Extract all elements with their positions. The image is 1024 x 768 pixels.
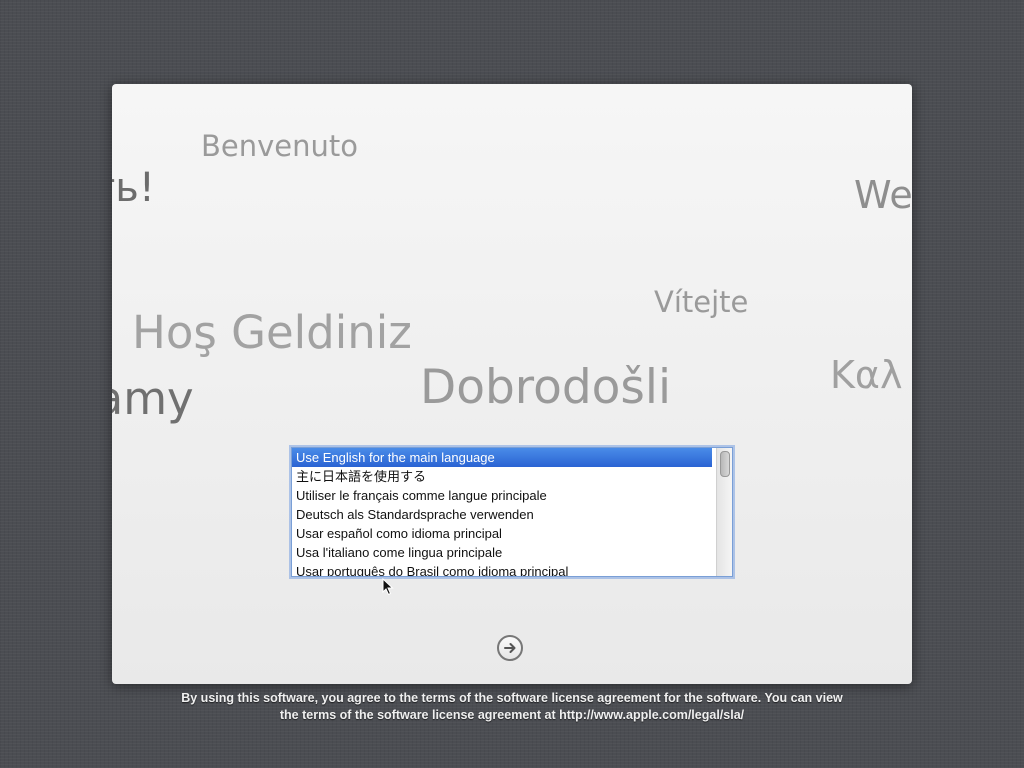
greeting-text: ть! [112, 165, 155, 211]
greeting-text: We [854, 173, 912, 217]
license-line-2: the terms of the software license agreem… [279, 708, 745, 722]
right-arrow-icon [504, 643, 516, 653]
greeting-text: Dobrodošli [420, 360, 672, 415]
greeting-text: Vítejte [654, 285, 749, 319]
license-line-1: By using this software, you agree to the… [181, 691, 843, 705]
language-option-english[interactable]: Use English for the main language [292, 448, 712, 467]
greeting-text: Benvenuto [201, 129, 358, 163]
welcome-panel: Benvenuto ть! We Vítejte Hoş Geldiniz ta… [112, 84, 912, 684]
license-notice: By using this software, you agree to the… [112, 690, 912, 724]
language-option-japanese[interactable]: 主に日本語を使用する [292, 467, 712, 486]
mouse-pointer-icon [382, 578, 394, 596]
language-list[interactable]: Use English for the main language 主に日本語を… [291, 447, 733, 577]
language-option-spanish[interactable]: Usar español como idioma principal [292, 524, 712, 543]
continue-button[interactable] [497, 635, 523, 661]
language-option-german[interactable]: Deutsch als Standardsprache verwenden [292, 505, 712, 524]
greeting-text: Καλ [830, 353, 903, 397]
greeting-text: Hoş Geldiniz [132, 306, 412, 359]
language-option-italian[interactable]: Usa l'italiano come lingua principale [292, 543, 712, 562]
greeting-text: tamy [112, 372, 194, 425]
language-list-scrollbar[interactable] [716, 448, 732, 576]
language-option-french[interactable]: Utiliser le français comme langue princi… [292, 486, 712, 505]
scrollbar-thumb[interactable] [720, 451, 730, 477]
language-option-portuguese-brazil[interactable]: Usar português do Brasil como idioma pri… [292, 562, 712, 576]
